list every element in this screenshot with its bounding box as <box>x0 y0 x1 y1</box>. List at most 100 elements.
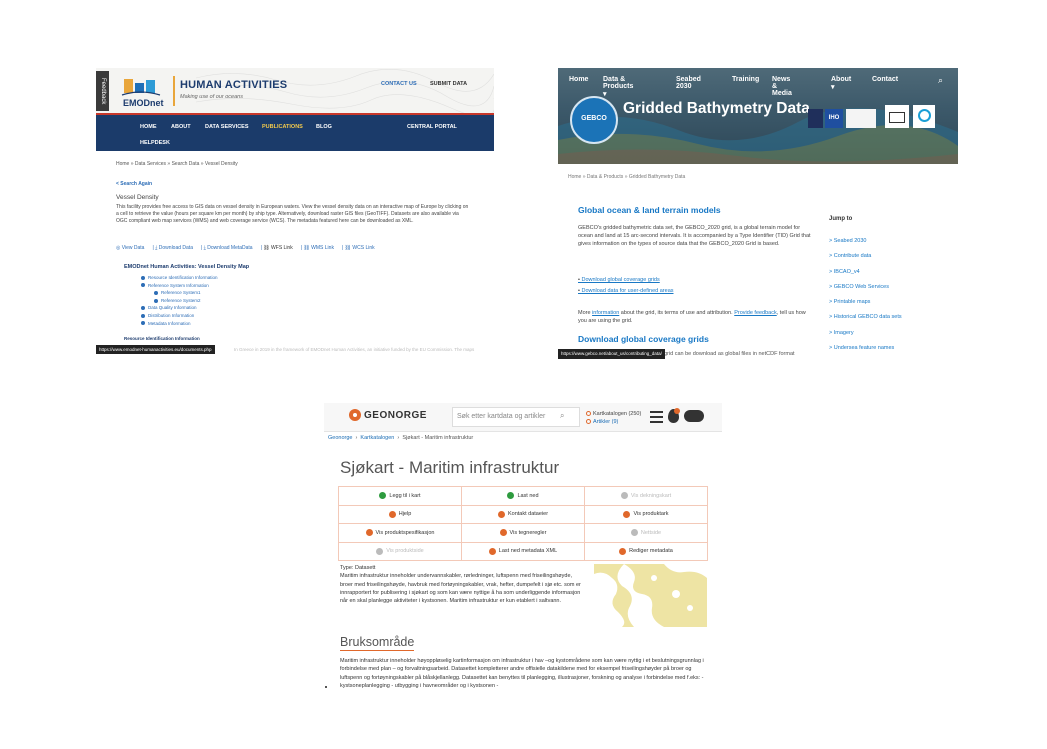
faded-footer-text: In Greece in 2019 in the framework of EM… <box>234 347 475 352</box>
action-icon <box>507 492 515 500</box>
action-button[interactable]: Kontakt dataeier <box>462 505 585 524</box>
metadata-tree: Resource Identification Information Refe… <box>141 274 218 327</box>
view-data-link[interactable]: ◎ View Data <box>116 245 148 251</box>
download-metadata-link[interactable]: ⤓ Download MetaData <box>204 245 257 251</box>
emodnet-screenshot: Feedback EMODnet HUMAN ACTIVITIES Making… <box>96 68 494 354</box>
coverage-map-thumbnail[interactable] <box>594 564 707 627</box>
action-icon <box>376 547 384 555</box>
jump-link[interactable]: Historical GEBCO data sets <box>829 310 902 325</box>
action-label: Last ned <box>517 492 539 499</box>
nav-seabed-2030[interactable]: Seabed 2030 <box>676 76 701 90</box>
geonorge-brand[interactable]: GEONORGE <box>364 410 427 421</box>
download-user-defined-link[interactable]: Download data for user-defined areas <box>578 286 673 297</box>
radio-artikler[interactable]: Artikler (9) <box>586 418 641 426</box>
site-tagline: Making use of our oceans <box>180 94 243 100</box>
action-button[interactable]: Vis tegneregler <box>462 524 585 543</box>
radio-dot <box>586 419 591 425</box>
contact-us-link[interactable]: CONTACT US <box>381 81 417 87</box>
action-label: Kontakt dataeier <box>507 511 549 518</box>
tree-item[interactable]: Reference System Information <box>141 282 218 290</box>
nav-data-products[interactable]: Data & Products ▾ <box>603 76 633 98</box>
nav-data-services[interactable]: DATA SERVICES <box>205 124 249 130</box>
tree-item[interactable]: Resource Identification Information <box>141 274 218 282</box>
action-icon <box>623 510 631 518</box>
nav-blog[interactable]: BLOG <box>316 124 332 130</box>
feedback-tab[interactable]: Feedback <box>96 71 109 111</box>
wms-link[interactable]: ⛓ WMS Link <box>303 245 338 251</box>
jump-to-list: Seabed 2030 Contribute data IBCAO_v4 GEB… <box>829 234 902 356</box>
geonorge-screenshot: GEONORGE Søk etter kartdata og artikler … <box>324 403 722 693</box>
nav-home[interactable]: Home <box>569 76 588 83</box>
tree-item[interactable]: Reference System2 <box>154 297 218 305</box>
jump-link[interactable]: Seabed 2030 <box>829 234 902 249</box>
action-label: Vis dekningskart <box>630 492 672 499</box>
nav-about[interactable]: ABOUT <box>171 124 191 130</box>
download-cloud-icon[interactable] <box>684 410 704 422</box>
gebco-screenshot: Home Data & Products ▾ Seabed 2030 Train… <box>558 68 958 360</box>
nav-about[interactable]: About ▾ <box>831 76 851 91</box>
submit-data-link[interactable]: SUBMIT DATA <box>430 81 467 87</box>
hero-title: Gridded Bathymetry Data <box>623 100 810 117</box>
search-icon[interactable]: ⌕ <box>560 411 564 421</box>
action-button[interactable]: Last ned <box>462 487 585 506</box>
radio-kartkatalogen[interactable]: Kartkatalogen (250) <box>586 410 641 418</box>
tree-item[interactable]: Data Quality Information <box>141 304 218 312</box>
action-button[interactable]: Legg til i kart <box>339 487 462 506</box>
dataset-abstract: Maritim infrastruktur inneholder underva… <box>340 573 581 605</box>
nav-home[interactable]: HOME <box>140 124 157 130</box>
jump-link[interactable]: Printable maps <box>829 295 902 310</box>
tree-item[interactable]: Distribution Information <box>141 312 218 320</box>
action-button[interactable]: Vis produktark <box>585 505 708 524</box>
status-url: https://www.gebco.net/about_us/contribut… <box>558 349 665 359</box>
status-url: https://www.emodnet-humanactivities.eu/d… <box>96 345 215 354</box>
nav-publications[interactable]: PUBLICATIONS <box>262 124 303 130</box>
action-icon <box>379 492 387 500</box>
nav-news-media[interactable]: News & Media <box>772 76 792 97</box>
download-global-link[interactable]: Download global coverage grids <box>578 275 674 286</box>
map-count-badge <box>674 408 680 414</box>
breadcrumb[interactable]: Home » Data Services » Search Data » Ves… <box>116 161 238 167</box>
action-button: Vis dekningskart <box>585 487 708 506</box>
breadcrumb-kartkatalogen[interactable]: Kartkatalogen <box>360 435 394 441</box>
tree-item[interactable]: Reference System1 <box>154 289 218 297</box>
nav-helpdesk[interactable]: HELPDESK <box>140 140 170 146</box>
hamburger-menu-icon[interactable] <box>650 411 663 423</box>
information-link[interactable]: information <box>592 310 619 316</box>
jump-link[interactable]: Contribute data <box>829 249 902 264</box>
nav-training[interactable]: Training <box>732 76 759 83</box>
action-icon <box>499 529 507 537</box>
action-label: Hjelp <box>398 511 412 518</box>
provide-feedback-link[interactable]: Provide feedback <box>734 310 777 316</box>
wfs-link[interactable]: ⛓ WFS Link <box>263 245 296 251</box>
resource-info-heading: Resource Identification Information <box>124 336 200 341</box>
tree-item[interactable]: Metadata Information <box>141 320 218 328</box>
action-button: Nettside <box>585 524 708 543</box>
trailing-text: grid can be download as global files in … <box>664 351 795 357</box>
main-nav: HOME ABOUT DATA SERVICES PUBLICATIONS BL… <box>96 113 494 151</box>
breadcrumb-geonorge[interactable]: Geonorge <box>328 435 352 441</box>
search-icon[interactable]: ⌕ <box>938 75 943 86</box>
action-button[interactable]: Rediger metadata <box>585 542 708 561</box>
metadata-tree-title[interactable]: EMODnet Human Activities: Vessel Density… <box>124 264 249 270</box>
action-label: Vis produktspesifikasjon <box>375 529 435 536</box>
nav-contact[interactable]: Contact <box>872 76 898 83</box>
site-title: HUMAN ACTIVITIES <box>180 79 288 91</box>
download-data-link[interactable]: ⤓ Download Data <box>155 245 197 251</box>
jump-link[interactable]: GEBCO Web Services <box>829 280 902 295</box>
action-button[interactable]: Last ned metadata XML <box>462 542 585 561</box>
action-button: Vis produktside <box>339 542 462 561</box>
action-button[interactable]: Vis produktspesifikasjon <box>339 524 462 543</box>
wcs-link[interactable]: ⛓ WCS Link <box>345 245 379 251</box>
jump-link[interactable]: Undersea feature names <box>829 341 902 356</box>
action-icon <box>488 547 496 555</box>
action-label: Nettside <box>640 529 662 536</box>
section-heading-bruksomrade: Bruksområde <box>340 635 415 651</box>
search-again-link[interactable]: < Search Again <box>116 181 152 187</box>
breadcrumb-current: Sjøkart - Maritim infrastruktur <box>402 435 474 441</box>
breadcrumb[interactable]: Home » Data & Products » Gridded Bathyme… <box>568 174 685 180</box>
header-divider <box>173 76 175 106</box>
jump-link[interactable]: Imagery <box>829 326 902 341</box>
action-button[interactable]: Hjelp <box>339 505 462 524</box>
nav-central-portal[interactable]: CENTRAL PORTAL <box>407 124 457 130</box>
jump-link[interactable]: IBCAO_v4 <box>829 265 902 280</box>
